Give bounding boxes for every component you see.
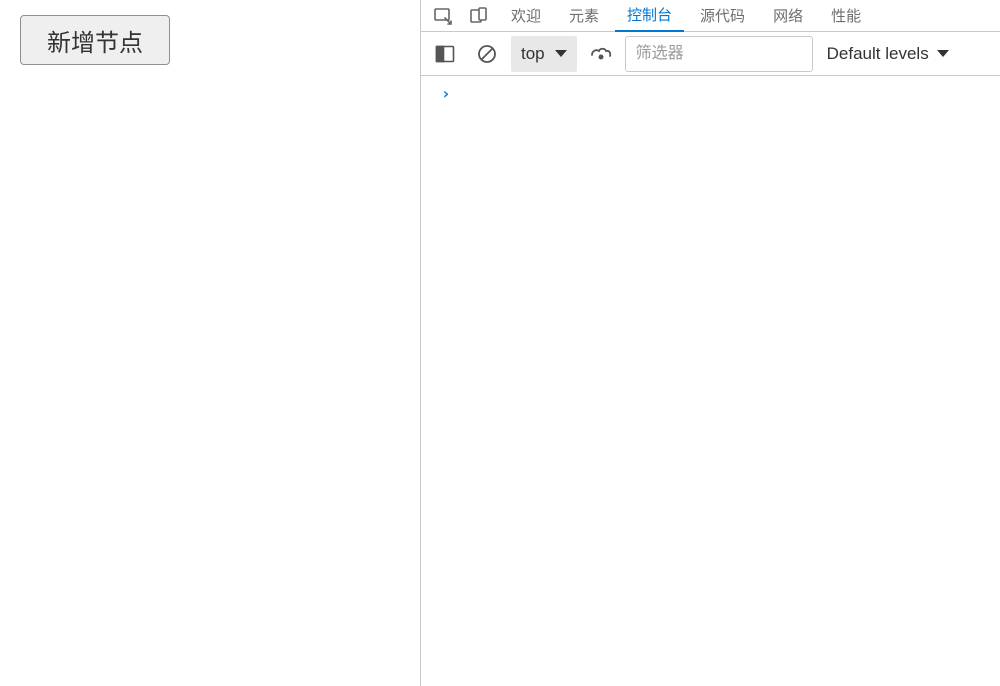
tab-network[interactable]: 网络 [761, 0, 815, 32]
clear-console-icon[interactable] [469, 36, 505, 72]
tab-sources[interactable]: 源代码 [688, 0, 757, 32]
context-selector[interactable]: top [511, 36, 577, 72]
tab-elements[interactable]: 元素 [557, 0, 611, 32]
add-node-button[interactable]: 新增节点 [20, 15, 170, 65]
tab-performance-label: 性能 [831, 5, 861, 26]
console-toolbar: top Default levels [421, 32, 1000, 76]
context-selector-label: top [521, 44, 545, 64]
chevron-down-icon [937, 50, 949, 57]
tab-console-label: 控制台 [627, 4, 672, 25]
live-expression-icon[interactable] [583, 36, 619, 72]
tab-performance[interactable]: 性能 [819, 0, 873, 32]
console-output[interactable]: › [421, 76, 1000, 686]
toggle-sidebar-icon[interactable] [427, 36, 463, 72]
log-level-label: Default levels [827, 44, 929, 64]
tab-console[interactable]: 控制台 [615, 0, 684, 32]
chevron-down-icon [555, 50, 567, 57]
inspect-element-icon[interactable] [427, 0, 459, 32]
tab-sources-label: 源代码 [700, 5, 745, 26]
add-node-button-label: 新增节点 [47, 23, 143, 58]
tab-welcome-label: 欢迎 [511, 5, 541, 26]
log-level-selector[interactable]: Default levels [819, 36, 949, 72]
page-content: 新增节点 [0, 0, 420, 686]
tab-network-label: 网络 [773, 5, 803, 26]
device-toolbar-icon[interactable] [463, 0, 495, 32]
filter-input[interactable] [625, 36, 813, 72]
devtools-tab-bar: 欢迎 元素 控制台 源代码 网络 性能 [421, 0, 1000, 32]
devtools-panel: 欢迎 元素 控制台 源代码 网络 性能 [420, 0, 1000, 686]
tab-welcome[interactable]: 欢迎 [499, 0, 553, 32]
tab-elements-label: 元素 [569, 5, 599, 26]
console-prompt-icon: › [441, 84, 451, 103]
